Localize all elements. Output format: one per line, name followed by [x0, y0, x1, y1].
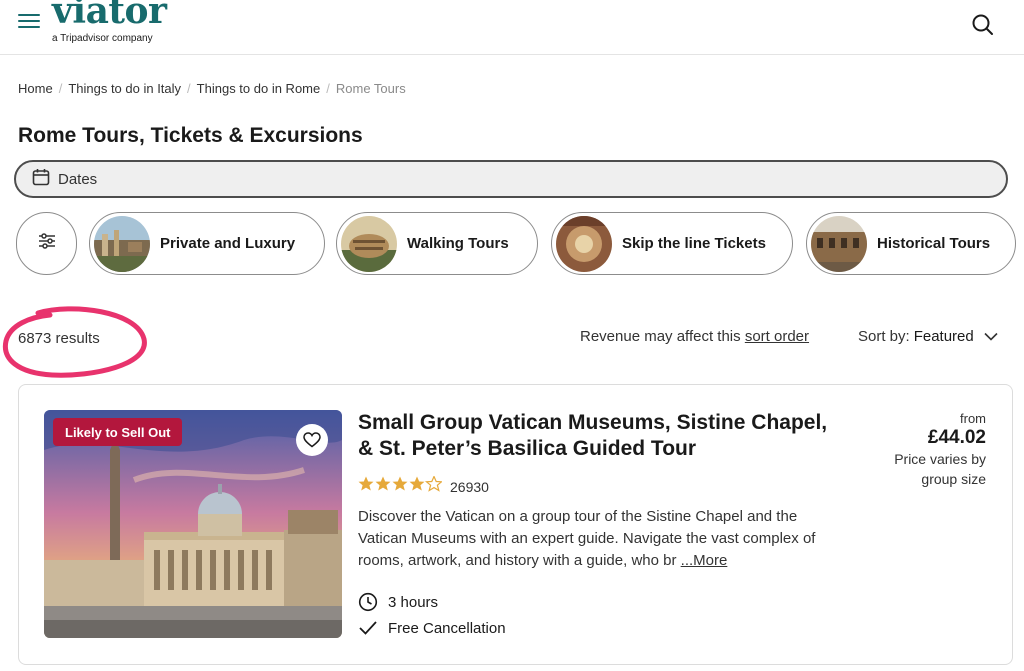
duration: 3 hours	[358, 592, 438, 612]
site-header: viator a Tripadvisor company	[0, 0, 1024, 55]
chip-thumbnail	[556, 215, 612, 272]
cancellation-text: Free Cancellation	[388, 619, 506, 637]
rating-count: 26930	[450, 478, 489, 495]
sell-out-badge: Likely to Sell Out	[53, 418, 183, 446]
sliders-icon	[38, 233, 56, 254]
description-text: Discover the Vatican on a group tour of …	[358, 508, 816, 569]
cancellation: Free Cancellation	[358, 618, 506, 638]
breadcrumb-rome[interactable]: Things to do in Rome	[197, 81, 321, 96]
chip-historical-tours[interactable]: Historical Tours	[806, 212, 1016, 275]
chip-private-and-luxury[interactable]: Private and Luxury	[89, 212, 325, 275]
rating: 26930	[358, 475, 489, 497]
chevron-down-icon	[984, 332, 998, 341]
sort-order-link[interactable]: sort order	[745, 328, 809, 345]
breadcrumb: Home / Things to do in Italy / Things to…	[18, 81, 406, 96]
chip-label: Skip the line Tickets	[622, 235, 766, 252]
price-note: Price varies by group size	[894, 451, 986, 487]
page-title: Rome Tours, Tickets & Excursions	[18, 124, 363, 147]
filters-button[interactable]	[16, 212, 77, 275]
results-count: 6873 results	[18, 330, 100, 347]
price-from-label: from	[960, 411, 986, 426]
duration-text: 3 hours	[388, 593, 439, 611]
search-icon[interactable]	[970, 12, 996, 38]
chip-skip-the-line-tickets[interactable]: Skip the line Tickets	[551, 212, 793, 275]
breadcrumb-separator: /	[326, 81, 330, 96]
chip-label: Walking Tours	[407, 235, 509, 252]
chip-thumbnail	[341, 215, 397, 272]
sort-label: Sort by:	[858, 328, 910, 345]
breadcrumb-home[interactable]: Home	[18, 81, 53, 96]
more-link[interactable]: ...More	[681, 552, 728, 569]
chip-label: Historical Tours	[877, 235, 991, 252]
revenue-note-text: Revenue may affect this	[580, 328, 741, 345]
logo-subtitle: a Tripadvisor company	[52, 33, 153, 44]
breadcrumb-separator: /	[187, 81, 191, 96]
calendar-icon	[32, 168, 50, 191]
checkmark-icon	[358, 618, 378, 638]
tour-title[interactable]: Small Group Vatican Museums, Sistine Cha…	[358, 410, 828, 462]
price-value: £44.02	[927, 427, 986, 448]
viator-logo[interactable]: viator	[52, 0, 167, 32]
menu-icon[interactable]	[18, 14, 44, 34]
sort-value: Featured	[913, 328, 974, 345]
chip-thumbnail	[811, 215, 867, 272]
star-rating-icon	[358, 475, 444, 497]
breadcrumb-separator: /	[58, 81, 63, 96]
tour-description: Discover the Vatican on a group tour of …	[358, 506, 848, 572]
clock-icon	[358, 592, 378, 612]
dates-picker[interactable]: Dates	[14, 160, 1008, 198]
chip-label: Private and Luxury	[160, 235, 296, 252]
sort-by-dropdown[interactable]: Sort by: Featured	[858, 328, 998, 345]
dates-label: Dates	[58, 170, 98, 188]
breadcrumb-italy[interactable]: Things to do in Italy	[68, 81, 181, 96]
revenue-note: Revenue may affect this sort order	[580, 328, 809, 345]
price-block: from £44.02 Price varies by group size	[876, 411, 986, 489]
breadcrumb-current: Rome Tours	[335, 81, 406, 96]
heart-icon[interactable]	[296, 424, 328, 456]
chip-walking-tours[interactable]: Walking Tours	[336, 212, 538, 275]
chip-thumbnail	[94, 215, 150, 272]
